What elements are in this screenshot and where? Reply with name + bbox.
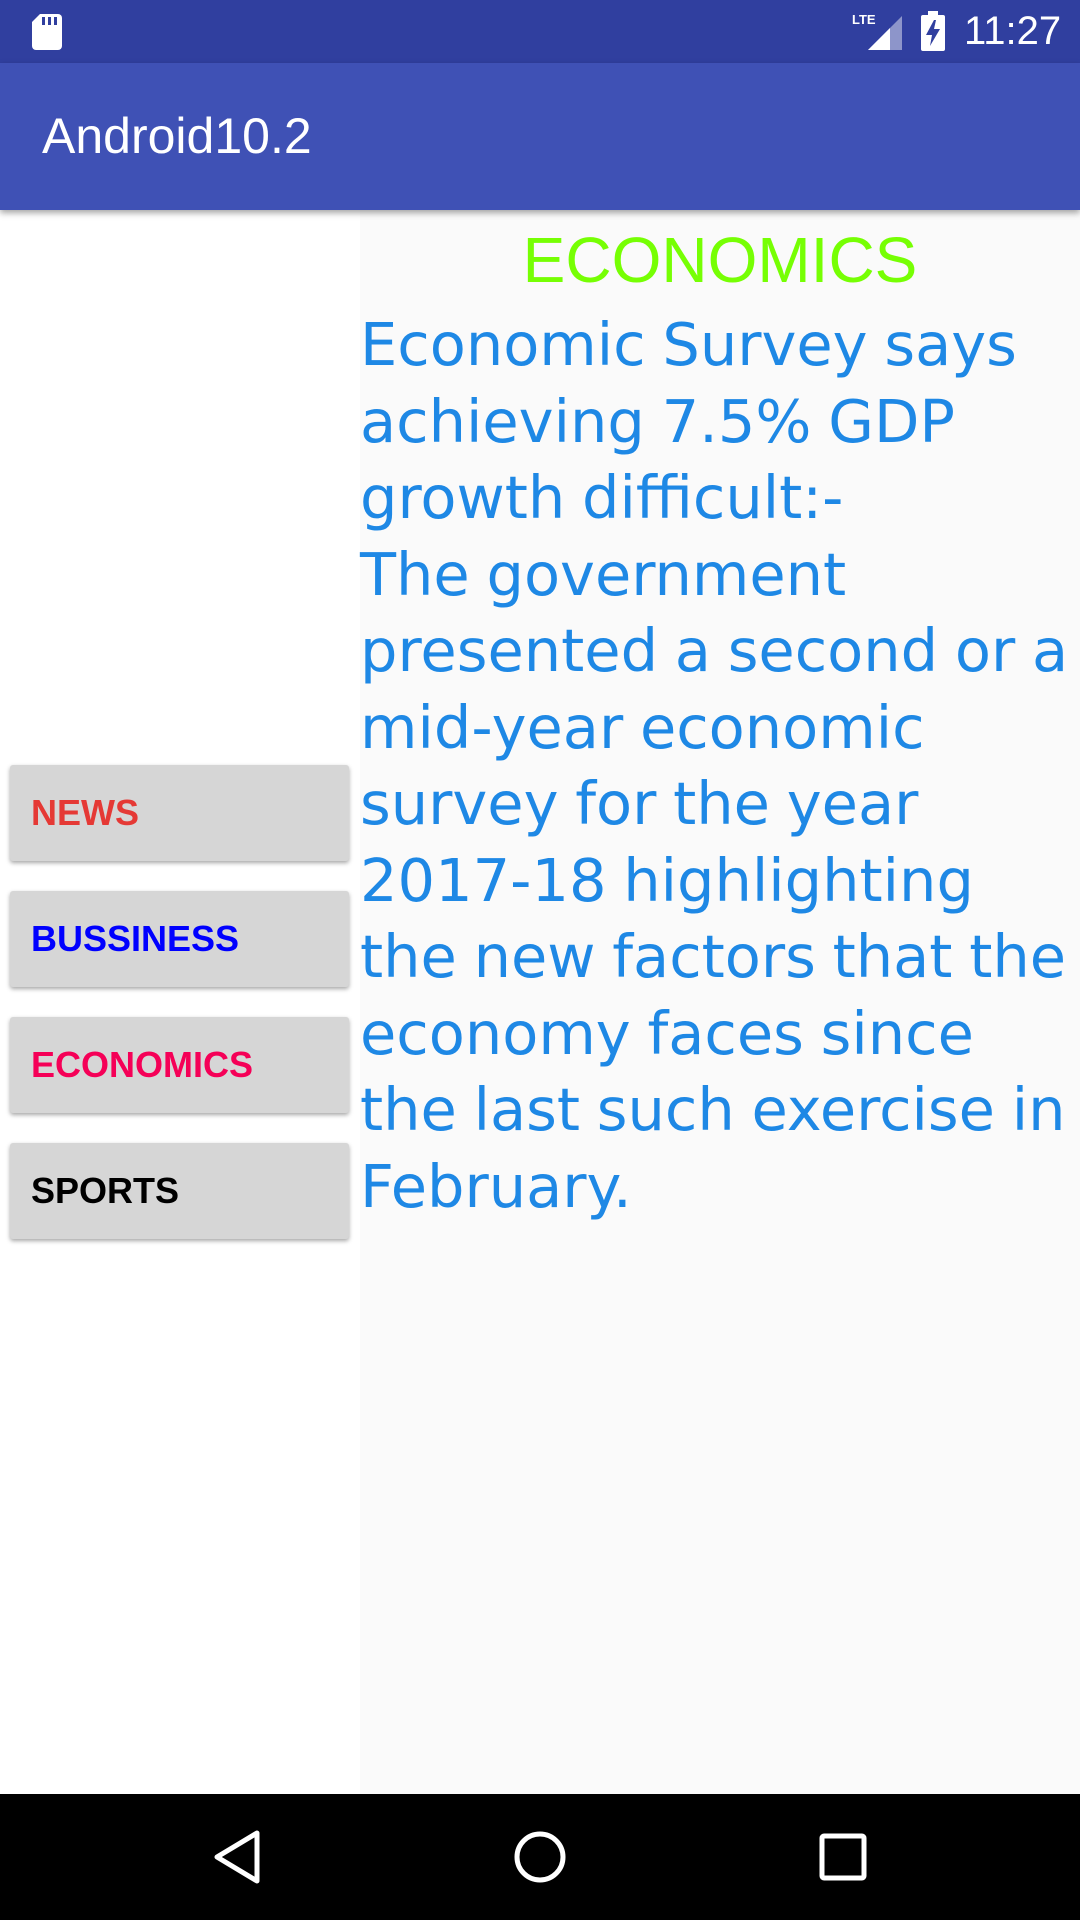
section-title: ECONOMICS [522,224,918,296]
bussiness-button[interactable]: BUSSINESS [10,891,349,987]
recents-icon[interactable] [813,1827,873,1887]
status-bar: LTE 11:27 [0,0,1080,63]
home-icon[interactable] [510,1827,570,1887]
economics-button[interactable]: ECONOMICS [10,1017,349,1113]
battery-charging-icon [921,11,945,51]
status-time: 11:27 [964,9,1062,53]
network-type-label: LTE [852,12,876,27]
detail-pane: ECONOMICS Economic Survey says achieving… [360,210,1080,1794]
app-bar: Android10.2 [0,63,1080,210]
sd-card-icon [32,14,62,50]
app-title: Android10.2 [42,108,312,164]
signal-icon: LTE [852,12,902,50]
news-button[interactable]: NEWS [10,765,349,861]
back-icon[interactable] [207,1827,267,1887]
sports-button[interactable]: SPORTS [10,1143,349,1239]
main-content: NEWS BUSSINESS ECONOMICS SPORTS ECONOMIC… [0,210,1080,1794]
category-menu: NEWS BUSSINESS ECONOMICS SPORTS [0,210,360,1794]
article-text: Economic Survey says achieving 7.5% GDP … [360,310,1069,1221]
navigation-bar [0,1794,1080,1920]
